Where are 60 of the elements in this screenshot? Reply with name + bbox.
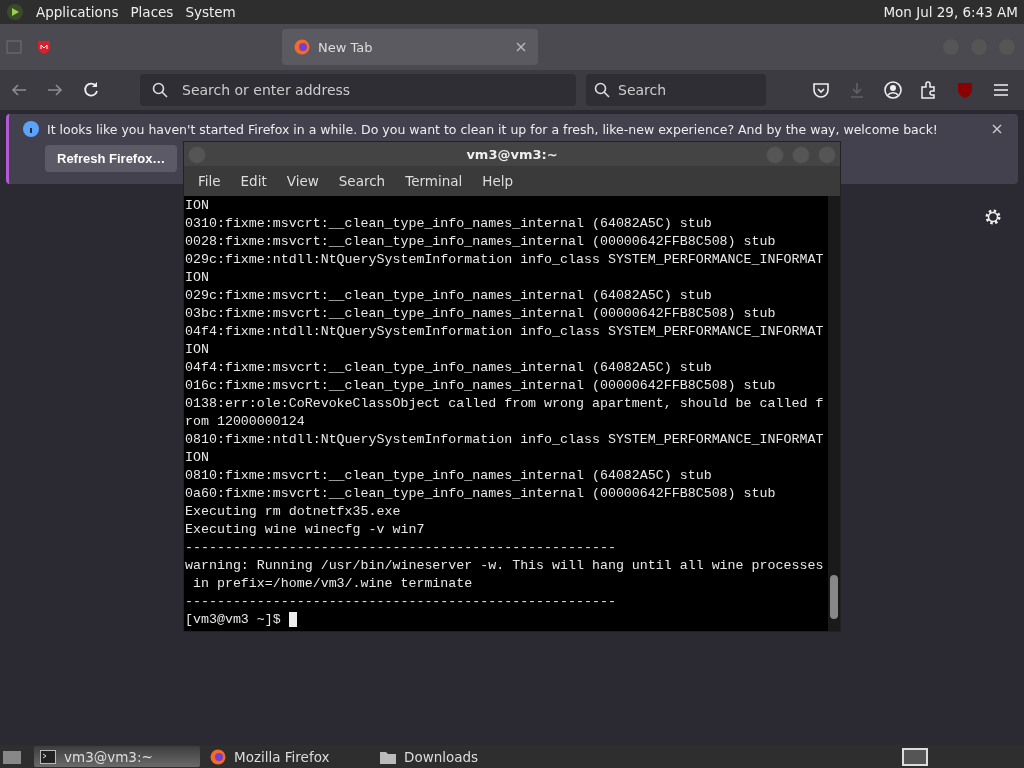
taskbar-item[interactable]: Downloads [374, 746, 540, 767]
terminal-line: 0138:err:ole:CoRevokeClassObject called from wrong apartment, should be called f [185, 395, 825, 413]
scrollbar-thumb[interactable] [830, 575, 838, 619]
terminal-line: in prefix=/home/vm3/.wine terminate [191, 575, 474, 593]
menu-item[interactable]: Terminal [395, 173, 473, 189]
terminal-line: 0810:fixme:msvcrt:__clean_type_info_names_internal (64082A5C) stub [185, 467, 713, 485]
search-field[interactable]: Search [586, 74, 766, 106]
terminal-line: Executing wine winecfg -v win7 [185, 521, 426, 539]
scrollbar[interactable] [828, 196, 840, 631]
folder-icon [380, 749, 396, 764]
terminal-line: 029c:fixme:ntdll:NtQuerySystemInformation info_class SYSTEM_PERFORMANCE_INFORMAT [185, 251, 825, 269]
menu-item[interactable]: File [188, 173, 231, 189]
settings-icon[interactable] [984, 208, 1002, 226]
menu-item[interactable]: Edit [230, 173, 277, 189]
terminal-line: ION [185, 449, 210, 467]
taskbar-item[interactable]: Mozilla Firefox [204, 746, 370, 767]
terminal-line: rom 12000000124 [185, 413, 306, 431]
search-icon [152, 82, 168, 98]
terminal-line: 0028:fixme:msvcrt:__clean_type_info_names_internal (00000642FFB8C508) stub [185, 233, 777, 251]
terminal-line: 04f4:fixme:msvcrt:__clean_type_info_names_internal (64082A5C) stub [185, 359, 713, 377]
terminal-line: ------------------------------------------------------ [185, 593, 617, 611]
account-icon[interactable] [882, 79, 904, 101]
panel-menu[interactable]: System [185, 4, 236, 20]
firefox-icon [210, 748, 226, 765]
menu-item[interactable]: Search [328, 173, 396, 189]
terminal-line: ------------------------------------------------------ [185, 539, 617, 557]
terminal-line: 0810:fixme:ntdll:NtQuerySystemInformation info_class SYSTEM_PERFORMANCE_INFORMAT [185, 431, 825, 449]
terminal-line: 03bc:fixme:msvcrt:__clean_type_info_names_internal (00000642FFB8C508) stub [185, 305, 777, 323]
panel-menu[interactable]: Places [130, 4, 174, 20]
terminal-line: ION [185, 197, 210, 215]
terminal-icon [40, 749, 56, 764]
terminal-line: ION [185, 269, 210, 287]
notification-message: It looks like you haven't started Firefox in a while. Do you want to clean it up for a fresh, like-new experience? And by the way, welcome back! [47, 121, 938, 137]
distro-logo-icon[interactable] [6, 3, 24, 21]
menu-item[interactable]: Help [472, 173, 524, 189]
panel-menu[interactable]: Applications [36, 4, 119, 20]
shield-icon [36, 39, 52, 55]
clock[interactable]: Mon Jul 29, 6:43 AM [883, 4, 1018, 20]
search-icon [594, 82, 610, 98]
close-icon[interactable] [516, 42, 526, 52]
address-field[interactable]: Search or enter address [140, 74, 576, 106]
browser-tab[interactable]: New Tab [282, 29, 538, 65]
workspace-switcher[interactable] [902, 747, 928, 766]
info-icon [23, 121, 39, 137]
menu-item[interactable]: View [276, 173, 329, 189]
terminal-line: 016c:fixme:msvcrt:__clean_type_info_names_internal (00000642FFB8C508) stub [185, 377, 777, 395]
terminal-line: 04f4:fixme:ntdll:NtQuerySystemInformation info_class SYSTEM_PERFORMANCE_INFORMAT [185, 323, 825, 341]
close-icon[interactable] [992, 124, 1002, 134]
terminal-line: Executing rm dotnetfx35.exe [185, 503, 402, 521]
terminal-line: warning: Running /usr/bin/wineserver -w. This will hang until all wine processes [185, 557, 825, 575]
refresh-firefox-button[interactable]: Refresh Firefox… [45, 145, 178, 172]
terminal-line: ION [185, 341, 210, 359]
terminal-line: 0a60:fixme:msvcrt:__clean_type_info_names_internal (00000642FFB8C508) stub [185, 485, 777, 503]
shell-prompt: [vm3@vm3 ~]$ [185, 612, 281, 627]
terminal-line: 0310:fixme:msvcrt:__clean_type_info_names_internal (64082A5C) stub [185, 215, 713, 233]
firefox-icon [294, 39, 310, 55]
taskbar-item[interactable]: vm3@vm3:~ [34, 746, 200, 767]
text-cursor [288, 612, 297, 627]
window-title: vm3@vm3:~ [466, 146, 558, 162]
terminal-line: 029c:fixme:msvcrt:__clean_type_info_names_internal (64082A5C) stub [185, 287, 713, 305]
